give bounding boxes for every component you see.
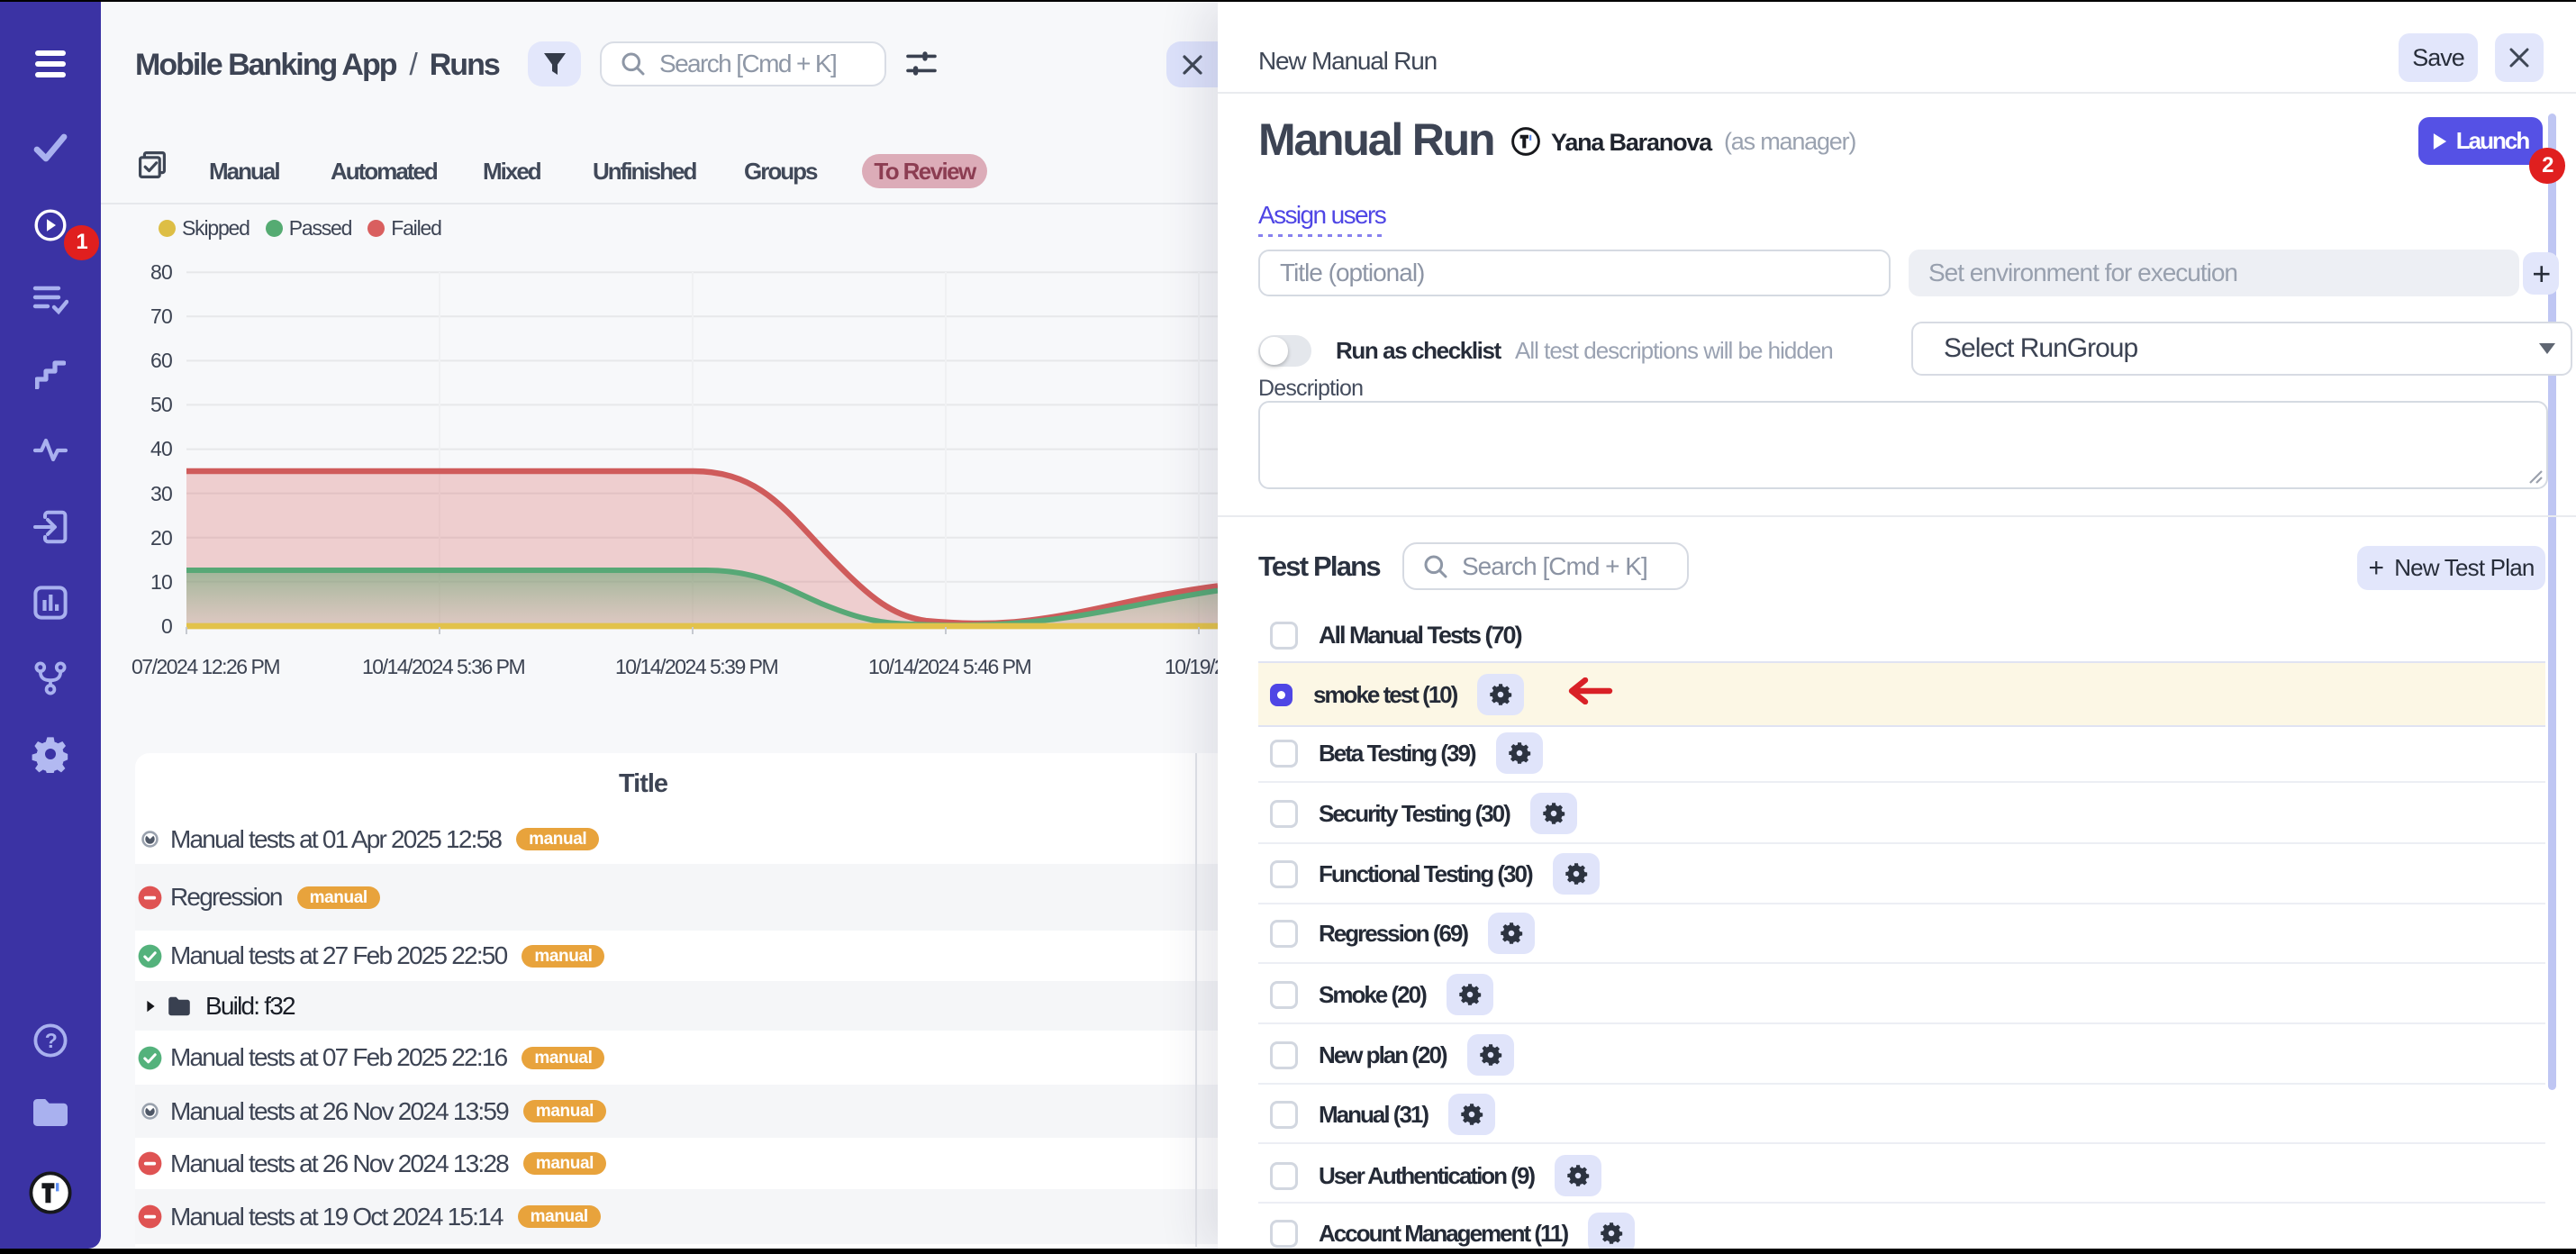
svg-text:?: ? <box>45 1029 57 1052</box>
